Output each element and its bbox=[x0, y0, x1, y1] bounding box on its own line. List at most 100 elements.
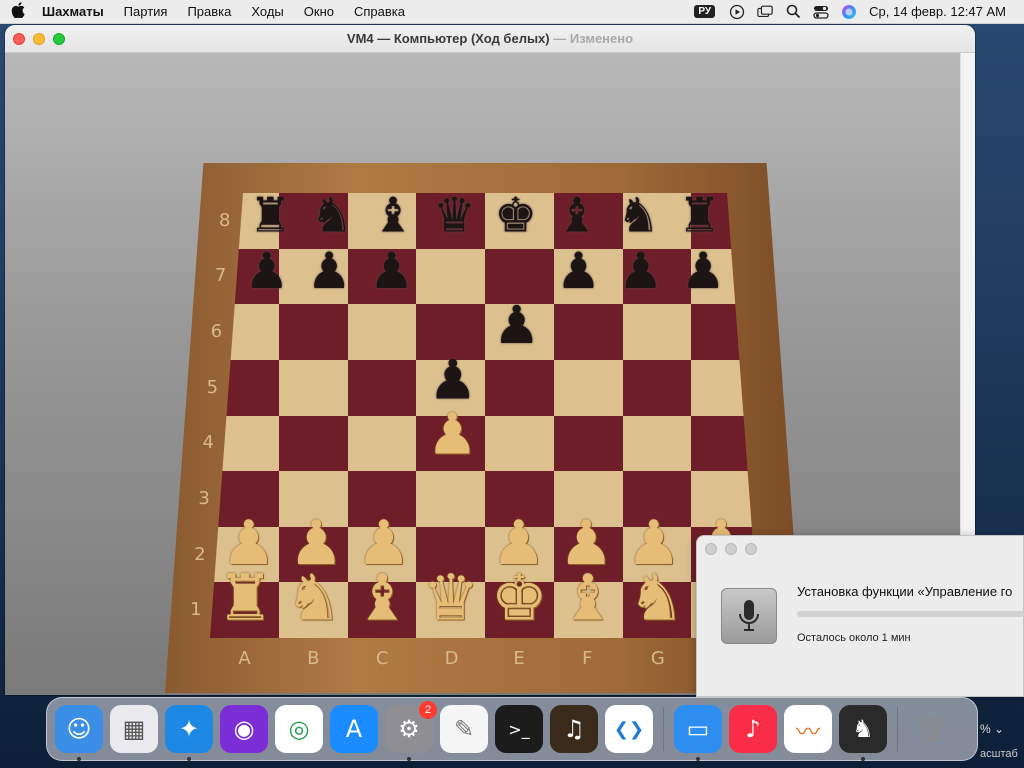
dock-app-freeform[interactable]: 〰 bbox=[784, 705, 832, 753]
white-queen-piece[interactable]: ♛ bbox=[422, 566, 479, 630]
safari-icon: ✦ bbox=[178, 715, 200, 743]
black-king-piece[interactable]: ♚ bbox=[494, 192, 537, 241]
board-square[interactable] bbox=[347, 304, 417, 360]
white-knight-piece[interactable]: ♞ bbox=[628, 566, 685, 630]
dock-app-finder[interactable]: ☺ bbox=[55, 705, 103, 761]
keynote-icon: ▭ bbox=[686, 715, 710, 743]
screen-mirroring-icon[interactable] bbox=[757, 4, 773, 20]
dock-app-garageband[interactable]: ♫ bbox=[550, 705, 598, 753]
chess-icon: ♞ bbox=[852, 715, 874, 743]
menubar-clock[interactable]: Ср, 14 февр. 12:47 AM bbox=[869, 4, 1006, 19]
board-square[interactable] bbox=[347, 415, 417, 472]
dock-app-terminal[interactable]: >_ bbox=[495, 705, 543, 753]
board-square[interactable] bbox=[278, 359, 348, 416]
board-square[interactable] bbox=[485, 415, 554, 472]
feature-install-panel: Установка функции «Управление го Осталос… bbox=[696, 535, 1024, 697]
black-pawn-piece[interactable]: ♟ bbox=[307, 246, 352, 296]
menu-game[interactable]: Партия bbox=[114, 4, 178, 19]
rank-label: 6 bbox=[210, 321, 223, 343]
rank-label: 7 bbox=[214, 265, 227, 287]
dock-app-chess[interactable]: ♞ bbox=[839, 705, 887, 761]
white-bishop-piece[interactable]: ♝ bbox=[559, 566, 616, 630]
panel-close-button[interactable] bbox=[705, 543, 717, 555]
black-bishop-piece[interactable]: ♝ bbox=[556, 192, 599, 241]
install-progress-bar bbox=[797, 611, 1024, 617]
white-knight-piece[interactable]: ♞ bbox=[285, 566, 342, 630]
install-time-remaining: Осталось около 1 мин bbox=[797, 632, 911, 644]
menu-moves[interactable]: Ходы bbox=[241, 4, 293, 19]
background-zoom-fragment: % ⌄ bbox=[980, 722, 1005, 736]
rank-label: 8 bbox=[218, 209, 231, 231]
menu-help[interactable]: Справка bbox=[344, 4, 415, 19]
black-pawn-piece[interactable]: ♟ bbox=[428, 353, 477, 408]
board-square[interactable] bbox=[553, 415, 623, 472]
app-store-icon: A bbox=[345, 715, 363, 743]
finder-icon: ☺ bbox=[66, 715, 92, 743]
black-bishop-piece[interactable]: ♝ bbox=[372, 192, 415, 241]
window-title-main: VM4 — Компьютер (Ход белых) bbox=[346, 31, 550, 46]
black-rook-piece[interactable]: ♜ bbox=[249, 192, 292, 241]
black-pawn-piece[interactable]: ♟ bbox=[244, 246, 289, 296]
board-square[interactable] bbox=[622, 304, 692, 360]
dock-app-textedit[interactable]: ✎ bbox=[440, 705, 488, 753]
black-knight-piece[interactable]: ♞ bbox=[617, 192, 660, 241]
dock-app-music[interactable]: ♪ bbox=[729, 705, 777, 753]
window-titlebar[interactable]: VM4 — Компьютер (Ход белых) — Изменено bbox=[5, 25, 975, 53]
control-center-icon[interactable] bbox=[813, 4, 829, 20]
dock-app-firefox[interactable]: ◉ bbox=[220, 705, 268, 753]
black-pawn-piece[interactable]: ♟ bbox=[618, 246, 663, 296]
file-label: D bbox=[444, 648, 459, 669]
vscode-icon: ❮❯ bbox=[613, 718, 645, 740]
board-square[interactable] bbox=[347, 359, 417, 416]
running-indicator bbox=[696, 757, 700, 761]
running-indicator bbox=[407, 757, 411, 761]
guitar-icon: ♫ bbox=[563, 715, 585, 743]
board-square[interactable] bbox=[416, 248, 485, 305]
black-pawn-piece[interactable]: ♟ bbox=[556, 246, 601, 296]
board-square[interactable] bbox=[553, 304, 623, 360]
rank-label: 3 bbox=[198, 487, 210, 509]
board-square[interactable] bbox=[278, 415, 348, 472]
terminal-icon: >_ bbox=[508, 719, 530, 739]
menu-edit[interactable]: Правка bbox=[177, 4, 241, 19]
black-pawn-piece[interactable]: ♟ bbox=[493, 299, 540, 352]
board-square[interactable] bbox=[553, 359, 623, 416]
apple-menu-icon[interactable] bbox=[0, 1, 36, 22]
siri-icon[interactable] bbox=[841, 4, 857, 20]
play-circle-icon[interactable] bbox=[729, 4, 745, 20]
input-source-indicator[interactable]: РУ bbox=[694, 5, 716, 18]
menu-app-chess[interactable]: Шахматы bbox=[36, 4, 114, 19]
panel-minimize-button[interactable] bbox=[725, 543, 737, 555]
board-square[interactable] bbox=[278, 304, 348, 360]
board-square[interactable] bbox=[416, 471, 485, 527]
white-bishop-piece[interactable]: ♝ bbox=[354, 566, 411, 630]
chrome-icon: ◎ bbox=[288, 715, 310, 743]
black-pawn-piece[interactable]: ♟ bbox=[369, 246, 414, 296]
white-king-piece[interactable]: ♚ bbox=[491, 566, 548, 630]
black-pawn-piece[interactable]: ♟ bbox=[681, 246, 726, 296]
dock-app-system-settings[interactable]: ⚙ 2 bbox=[385, 701, 437, 761]
menu-window[interactable]: Окно bbox=[294, 4, 344, 19]
dock-app-trash[interactable]: 🗑 bbox=[908, 705, 956, 753]
black-rook-piece[interactable]: ♜ bbox=[678, 192, 721, 241]
dock-app-vscode[interactable]: ❮❯ bbox=[605, 705, 653, 753]
dock-app-safari[interactable]: ✦ bbox=[165, 705, 213, 761]
dock-app-app-store[interactable]: A bbox=[330, 705, 378, 753]
dock-app-launchpad[interactable]: ▦ bbox=[110, 705, 158, 753]
panel-zoom-button[interactable] bbox=[745, 543, 757, 555]
file-label: G bbox=[650, 648, 665, 669]
dock-app-keynote[interactable]: ▭ bbox=[674, 705, 722, 761]
black-knight-piece[interactable]: ♞ bbox=[310, 192, 353, 241]
board-square[interactable] bbox=[485, 359, 554, 416]
board-square[interactable] bbox=[622, 415, 692, 472]
window-title-separator: — bbox=[549, 31, 570, 46]
trash-icon: 🗑 bbox=[916, 715, 948, 743]
window-title-status: Изменено bbox=[569, 31, 634, 46]
board-square[interactable] bbox=[622, 359, 692, 416]
window-title: VM4 — Компьютер (Ход белых) — Изменено bbox=[5, 31, 975, 46]
black-queen-piece[interactable]: ♛ bbox=[433, 192, 476, 241]
search-icon[interactable] bbox=[785, 4, 801, 20]
dock-app-chrome[interactable]: ◎ bbox=[275, 705, 323, 753]
white-rook-piece[interactable]: ♜ bbox=[217, 566, 274, 630]
white-pawn-piece[interactable]: ♟ bbox=[427, 406, 478, 463]
